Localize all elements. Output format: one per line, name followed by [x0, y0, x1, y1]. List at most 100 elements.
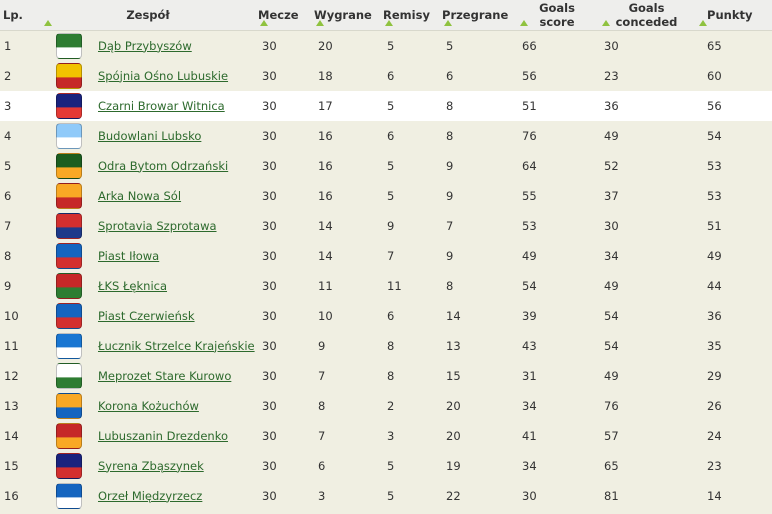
team-link[interactable]: Dąb Przybyszów — [98, 39, 192, 53]
goals-conceded-cell: 30 — [598, 30, 696, 61]
header-goals-conceded[interactable]: Goals conceded — [598, 0, 696, 31]
team-link[interactable]: Sprotavia Szprotawa — [98, 219, 217, 233]
rank-cell: 12 — [0, 360, 40, 391]
points-cell: 60 — [695, 60, 772, 91]
sort-arrow-icon[interactable] — [699, 20, 708, 26]
rank-cell: 14 — [0, 420, 40, 451]
rank: 11 — [4, 338, 19, 353]
team-link[interactable]: Meprozet Stare Kurowo — [98, 369, 231, 383]
wins-cell: 10 — [312, 300, 382, 331]
logo-cell — [40, 330, 98, 361]
sort-arrow-icon[interactable] — [520, 20, 529, 26]
matches-cell: 30 — [256, 60, 313, 91]
goals-conceded-cell: 34 — [598, 240, 696, 271]
team-cell: ŁKS Łęknica — [98, 270, 257, 301]
team-cell: Sprotavia Szprotawa — [98, 210, 257, 241]
draws-cell: 3 — [381, 420, 441, 451]
losses-cell: 8 — [440, 90, 517, 121]
table-row: 7 Sprotavia Szprotawa 30 14 9 7 53 30 51 — [0, 210, 772, 241]
team-link[interactable]: Piast Czerwieńsk — [98, 309, 195, 323]
odra-crest-icon — [56, 152, 82, 179]
losses-cell: 8 — [440, 270, 517, 301]
table-row: 2 Spójnia Ośno Lubuskie 30 18 6 6 56 23 60 — [0, 60, 772, 91]
sort-arrow-icon[interactable] — [316, 20, 325, 26]
points-cell: 26 — [695, 390, 772, 421]
draws-cell: 5 — [381, 150, 441, 181]
losses-cell: 13 — [440, 330, 517, 361]
team-cell: Łucznik Strzelce Krajeńskie — [98, 330, 257, 361]
points-cell: 24 — [695, 420, 772, 451]
matches-cell: 30 — [256, 450, 313, 481]
team-link[interactable]: Budowlani Lubsko — [98, 129, 201, 143]
matches-cell: 30 — [256, 120, 313, 151]
matches-cell: 30 — [256, 30, 313, 61]
header-team-label: Zespół — [126, 8, 170, 22]
team-link[interactable]: Łucznik Strzelce Krajeńskie — [98, 339, 255, 353]
sort-arrow-icon[interactable] — [385, 20, 394, 26]
sort-arrow-icon[interactable] — [260, 20, 269, 26]
team-cell: Arka Nowa Sól — [98, 180, 257, 211]
wins-cell: 16 — [312, 120, 382, 151]
rank-cell: 7 — [0, 210, 40, 241]
logo-cell — [40, 120, 98, 151]
rank: 1 — [4, 38, 12, 53]
header-team[interactable]: Zespół — [40, 0, 257, 31]
rank-cell: 5 — [0, 150, 40, 181]
header-goals-scored[interactable]: Goals score — [516, 0, 599, 31]
team-link[interactable]: Lubuszanin Drezdenko — [98, 429, 228, 443]
rank-cell: 2 — [0, 60, 40, 91]
header-row: Lp. Zespół Mecze Wygrane Remisy Przegran… — [0, 0, 772, 31]
team-link[interactable]: Syrena Zbąszynek — [98, 459, 204, 473]
logo-cell — [40, 450, 98, 481]
team-cell: Budowlani Lubsko — [98, 120, 257, 151]
table-row: 10 Piast Czerwieńsk 30 10 6 14 39 54 36 — [0, 300, 772, 331]
logo-cell — [40, 60, 98, 91]
team-link[interactable]: Korona Kożuchów — [98, 399, 199, 413]
logo-cell — [40, 300, 98, 331]
header-points[interactable]: Punkty — [695, 0, 772, 31]
points-cell: 53 — [695, 180, 772, 211]
header-goals-scored-label-1: Goals — [539, 1, 575, 15]
goals-conceded-cell: 30 — [598, 210, 696, 241]
header-draws[interactable]: Remisy — [381, 0, 441, 31]
table-row: 6 Arka Nowa Sól 30 16 5 9 55 37 53 — [0, 180, 772, 211]
goals-scored-cell: 34 — [516, 390, 599, 421]
syrena-crest-icon — [56, 452, 82, 479]
points-cell: 56 — [695, 90, 772, 121]
goals-conceded-cell: 49 — [598, 360, 696, 391]
header-lp[interactable]: Lp. — [0, 0, 40, 31]
rank: 3 — [4, 98, 12, 113]
logo-cell — [40, 420, 98, 451]
rank: 16 — [4, 488, 19, 503]
table-row: 9 ŁKS Łęknica 30 11 11 8 54 49 44 — [0, 270, 772, 301]
goals-conceded-cell: 36 — [598, 90, 696, 121]
rank: 10 — [4, 308, 19, 323]
sort-arrow-icon[interactable] — [444, 20, 453, 26]
sort-arrow-icon[interactable] — [44, 20, 52, 26]
logo-cell — [40, 210, 98, 241]
team-link[interactable]: Odra Bytom Odrzański — [98, 159, 228, 173]
team-link[interactable]: Orzeł Międzyrzecz — [98, 489, 202, 503]
losses-cell: 7 — [440, 210, 517, 241]
sort-arrow-icon[interactable] — [602, 20, 611, 26]
header-matches[interactable]: Mecze — [256, 0, 313, 31]
header-losses[interactable]: Przegrane — [440, 0, 517, 31]
goals-conceded-cell: 57 — [598, 420, 696, 451]
team-link[interactable]: Czarni Browar Witnica — [98, 99, 225, 113]
meprozet-crest-icon — [56, 362, 82, 389]
team-link[interactable]: Piast Iłowa — [98, 249, 159, 263]
draws-cell: 8 — [381, 360, 441, 391]
header-wins[interactable]: Wygrane — [312, 0, 382, 31]
team-cell: Dąb Przybyszów — [98, 30, 257, 61]
team-link[interactable]: ŁKS Łęknica — [98, 279, 167, 293]
lubuszanin-crest-icon — [56, 422, 82, 449]
rank-cell: 6 — [0, 180, 40, 211]
matches-cell: 30 — [256, 390, 313, 421]
team-link[interactable]: Arka Nowa Sól — [98, 189, 181, 203]
team-cell: Lubuszanin Drezdenko — [98, 420, 257, 451]
team-link[interactable]: Spójnia Ośno Lubuskie — [98, 69, 228, 83]
rank: 4 — [4, 128, 12, 143]
piast-czerwiensk-crest-icon — [56, 302, 82, 329]
draws-cell: 5 — [381, 180, 441, 211]
goals-scored-cell: 54 — [516, 270, 599, 301]
